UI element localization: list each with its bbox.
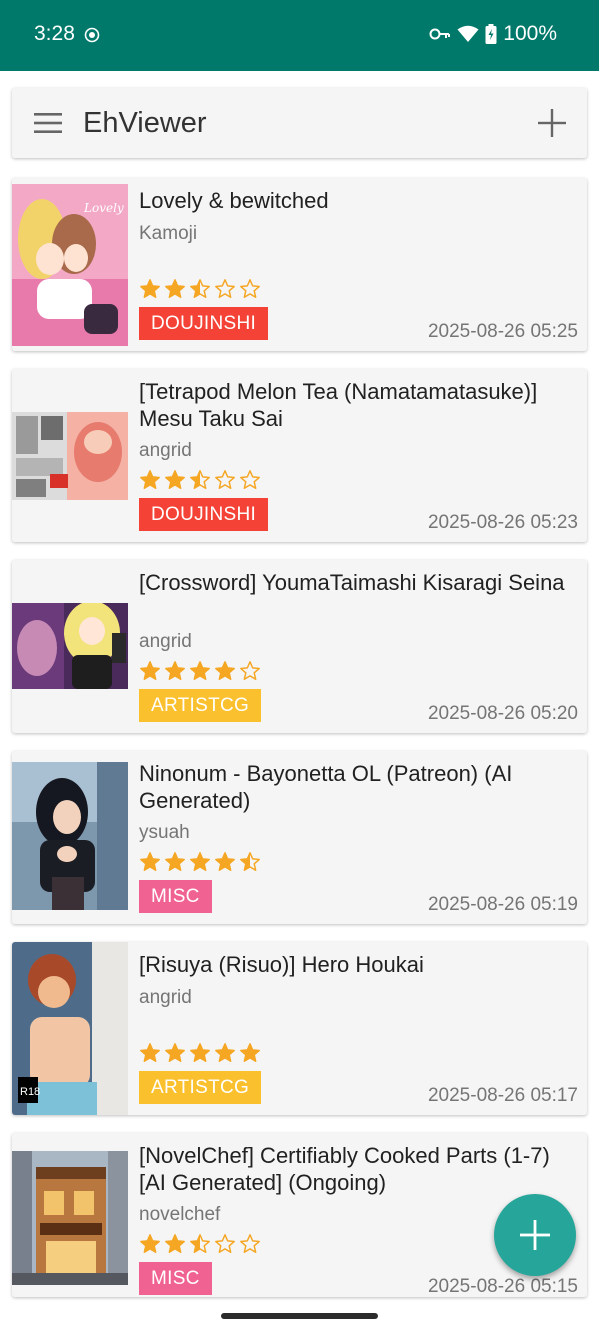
star-full-icon xyxy=(190,1043,210,1062)
gallery-category: MISC xyxy=(139,1262,212,1295)
hamburger-menu-icon[interactable] xyxy=(34,112,62,134)
star-full-icon xyxy=(215,1043,235,1062)
gallery-title: Ninonum - Bayonetta OL (Patreon) (AI Gen… xyxy=(139,761,513,813)
star-full-icon xyxy=(215,852,235,871)
star-full-icon xyxy=(165,852,185,871)
gallery-title: Lovely & bewitched xyxy=(139,188,329,213)
star-full-icon xyxy=(215,661,235,680)
gallery-title: [NovelChef] Certifiably Cooked Parts (1-… xyxy=(139,1143,550,1195)
add-fab-button[interactable] xyxy=(494,1194,576,1276)
gallery-rating xyxy=(139,278,261,300)
star-full-icon xyxy=(140,1234,160,1253)
gallery-thumbnail[interactable]: Lovely xyxy=(12,184,128,346)
search-bar[interactable]: EhViewer xyxy=(12,88,587,158)
star-empty-icon xyxy=(240,1234,260,1253)
star-empty-icon xyxy=(215,1234,235,1253)
gallery-category: ARTISTCG xyxy=(139,1071,262,1104)
star-empty-icon xyxy=(240,661,260,680)
gallery-rating xyxy=(139,851,261,873)
gallery-title: [Crossword] YoumaTaimashi Kisaragi Seina xyxy=(139,570,565,595)
gallery-title: [Risuya (Risuo)] Hero Houkai xyxy=(139,952,424,977)
star-empty-icon xyxy=(215,279,235,298)
status-bar: 3:28 100% xyxy=(0,0,599,71)
star-half-icon xyxy=(190,1234,210,1253)
battery-charging-icon xyxy=(485,24,497,44)
star-full-icon xyxy=(140,470,160,489)
star-empty-icon xyxy=(215,470,235,489)
gallery-date: 2025-08-26 05:23 xyxy=(427,512,578,533)
navigation-handle[interactable] xyxy=(221,1313,378,1319)
star-full-icon xyxy=(140,1043,160,1062)
gallery-category: ARTISTCG xyxy=(139,689,262,722)
star-full-icon xyxy=(165,1234,185,1253)
gallery-date: 2025-08-26 05:15 xyxy=(427,1276,578,1297)
star-full-icon xyxy=(165,661,185,680)
star-empty-icon xyxy=(240,279,260,298)
gallery-thumbnail[interactable] xyxy=(12,603,128,689)
wifi-icon xyxy=(457,25,479,42)
star-full-icon xyxy=(165,1043,185,1062)
gallery-thumbnail[interactable] xyxy=(12,1151,128,1285)
star-full-icon xyxy=(190,852,210,871)
gallery-card[interactable]: [Tetrapod Melon Tea (Namatamatasuke)] Me… xyxy=(12,369,587,542)
star-half-icon xyxy=(240,852,260,871)
status-time: 3:28 xyxy=(34,22,75,45)
star-full-icon xyxy=(165,470,185,489)
gallery-card[interactable]: Lovely Lovely & bewitched Kamoji DOUJINS… xyxy=(12,178,587,351)
plus-icon[interactable] xyxy=(537,108,567,138)
gallery-uploader: angrid xyxy=(139,440,192,461)
gallery-date: 2025-08-26 05:20 xyxy=(427,703,578,724)
gallery-card[interactable]: R18 [Risuya (Risuo)] Hero Houkai angrid … xyxy=(12,942,587,1115)
star-full-icon xyxy=(140,661,160,680)
gallery-uploader: angrid xyxy=(139,987,192,1008)
battery-percent: 100% xyxy=(503,22,557,45)
key-icon xyxy=(429,28,451,40)
gallery-uploader: Kamoji xyxy=(139,223,198,244)
gallery-uploader: angrid xyxy=(139,631,192,652)
gallery-thumbnail[interactable] xyxy=(12,412,128,500)
record-icon xyxy=(84,27,100,43)
gallery-rating xyxy=(139,1042,261,1064)
gallery-date: 2025-08-26 05:17 xyxy=(427,1085,578,1106)
gallery-rating xyxy=(139,660,261,682)
svg-text:Lovely: Lovely xyxy=(83,201,124,215)
app-title: EhViewer xyxy=(83,107,207,139)
gallery-card[interactable]: Ninonum - Bayonetta OL (Patreon) (AI Gen… xyxy=(12,751,587,924)
star-full-icon xyxy=(190,661,210,680)
gallery-card[interactable]: [Crossword] YoumaTaimashi Kisaragi Seina… xyxy=(12,560,587,733)
gallery-category: MISC xyxy=(139,880,212,913)
gallery-date: 2025-08-26 05:19 xyxy=(427,894,578,915)
gallery-rating xyxy=(139,469,261,491)
star-full-icon xyxy=(240,1043,260,1062)
plus-icon xyxy=(520,1220,550,1250)
star-half-icon xyxy=(190,279,210,298)
gallery-category: DOUJINSHI xyxy=(139,307,269,340)
star-empty-icon xyxy=(240,470,260,489)
gallery-thumbnail[interactable] xyxy=(12,762,128,910)
gallery-rating xyxy=(139,1233,261,1255)
star-full-icon xyxy=(140,852,160,871)
star-half-icon xyxy=(190,470,210,489)
gallery-category: DOUJINSHI xyxy=(139,498,269,531)
status-icons: 100% xyxy=(429,22,557,46)
gallery-date: 2025-08-26 05:25 xyxy=(427,321,578,342)
gallery-uploader: ysuah xyxy=(139,822,190,843)
gallery-thumbnail[interactable]: R18 xyxy=(12,942,128,1115)
gallery-uploader: novelchef xyxy=(139,1204,221,1225)
svg-text:R18: R18 xyxy=(20,1086,40,1098)
gallery-title: [Tetrapod Melon Tea (Namatamatasuke)] Me… xyxy=(139,379,538,431)
star-full-icon xyxy=(140,279,160,298)
star-full-icon xyxy=(165,279,185,298)
